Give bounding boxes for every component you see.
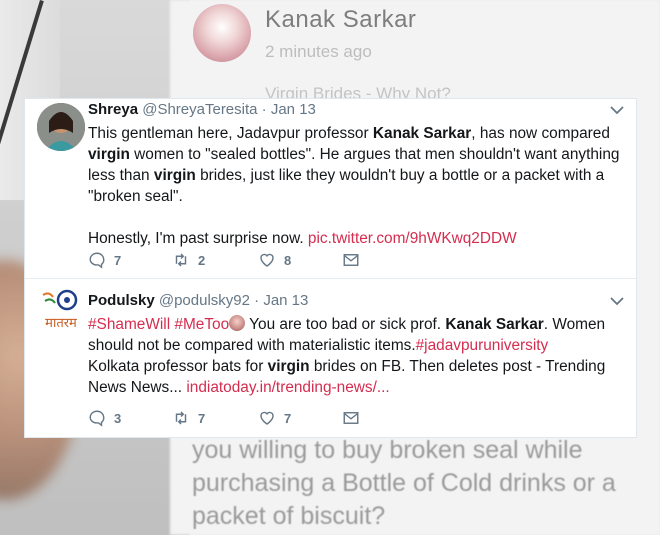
dm-button[interactable] <box>342 251 360 269</box>
avatar[interactable] <box>37 103 85 151</box>
retweet-button[interactable]: 2 <box>172 251 205 269</box>
tweet-card: Shreya @ShreyaTeresita · Jan 13 This gen… <box>24 98 637 438</box>
background-post-text: you willing to buy broken seal while pur… <box>192 436 616 530</box>
background-time: 2 minutes ago <box>265 42 372 61</box>
text-segment: This gentleman here, Jadavpur professor <box>88 125 373 142</box>
chevron-down-icon[interactable] <box>610 102 624 118</box>
handle[interactable]: @podulsky92 <box>159 292 250 309</box>
like-button[interactable]: 7 <box>258 409 291 427</box>
heart-icon <box>260 411 274 425</box>
text-bold: virgin <box>153 167 196 184</box>
reply-icon <box>89 410 105 427</box>
reply-count: 3 <box>114 410 122 426</box>
like-button[interactable]: 8 <box>258 251 291 269</box>
reply-button[interactable]: 7 <box>88 251 121 269</box>
display-name[interactable]: Shreya <box>88 101 138 118</box>
tweet-header: Shreya @ShreyaTeresita · Jan 13 <box>88 101 316 121</box>
reply-button[interactable]: 3 <box>88 409 121 427</box>
text-segment: , has now compared <box>471 125 610 142</box>
hashtag[interactable]: #MeToo <box>174 316 229 333</box>
tweet[interactable]: मातरम Podulsky @podulsky92 · Jan 13 #Sha… <box>25 279 636 439</box>
tweet-text: This gentleman here, Jadavpur professor … <box>88 123 623 249</box>
envelope-icon <box>343 412 359 424</box>
text-segment: You are too bad or sick prof. <box>245 316 446 333</box>
background-avatar <box>193 4 251 62</box>
separator: · <box>254 292 260 309</box>
text-segment: Honestly, I'm past surprise now. <box>88 230 308 247</box>
text-bold: Kanak Sarkar <box>445 316 544 333</box>
hashtag[interactable]: #jadavpuruniversity <box>416 337 549 354</box>
heart-icon <box>260 253 274 267</box>
chevron-down-icon[interactable] <box>610 293 624 309</box>
retweet-button[interactable]: 7 <box>172 409 205 427</box>
tweet-text: #ShameWill #MeToo You are too bad or sic… <box>88 314 623 398</box>
text-bold: Kanak Sarkar <box>372 125 472 142</box>
envelope-icon <box>343 254 359 266</box>
background-name: Kanak Sarkar <box>265 6 417 33</box>
hashtag[interactable]: #ShameWill <box>88 316 170 333</box>
emoji-icon <box>229 315 246 331</box>
reply-icon <box>89 252 105 269</box>
text-bold: virgin <box>88 146 130 163</box>
avatar[interactable]: मातरम <box>37 287 85 335</box>
like-count: 8 <box>284 252 292 268</box>
retweet-count: 7 <box>198 410 206 426</box>
separator: · <box>261 101 267 118</box>
like-count: 7 <box>284 410 292 426</box>
tweet-link[interactable]: indiatoday.in/trending-news/... <box>186 379 389 396</box>
retweet-icon <box>175 253 187 267</box>
tweet-header: Podulsky @podulsky92 · Jan 13 <box>88 292 308 312</box>
date[interactable]: Jan 13 <box>271 101 316 118</box>
tweet[interactable]: Shreya @ShreyaTeresita · Jan 13 This gen… <box>25 99 636 279</box>
handle[interactable]: @ShreyaTeresita <box>142 101 257 118</box>
text-segment: Kolkata professor bats for <box>88 358 268 375</box>
retweet-icon <box>175 411 187 425</box>
date[interactable]: Jan 13 <box>263 292 308 309</box>
retweet-count: 2 <box>198 252 206 268</box>
display-name[interactable]: Podulsky <box>88 292 155 309</box>
reply-count: 7 <box>114 252 122 268</box>
tweet-link[interactable]: pic.twitter.com/9hWKwq2DDW <box>308 230 517 247</box>
dm-button[interactable] <box>342 409 360 427</box>
logo-text: मातरम <box>45 316 77 331</box>
text-bold: virgin <box>267 358 310 375</box>
